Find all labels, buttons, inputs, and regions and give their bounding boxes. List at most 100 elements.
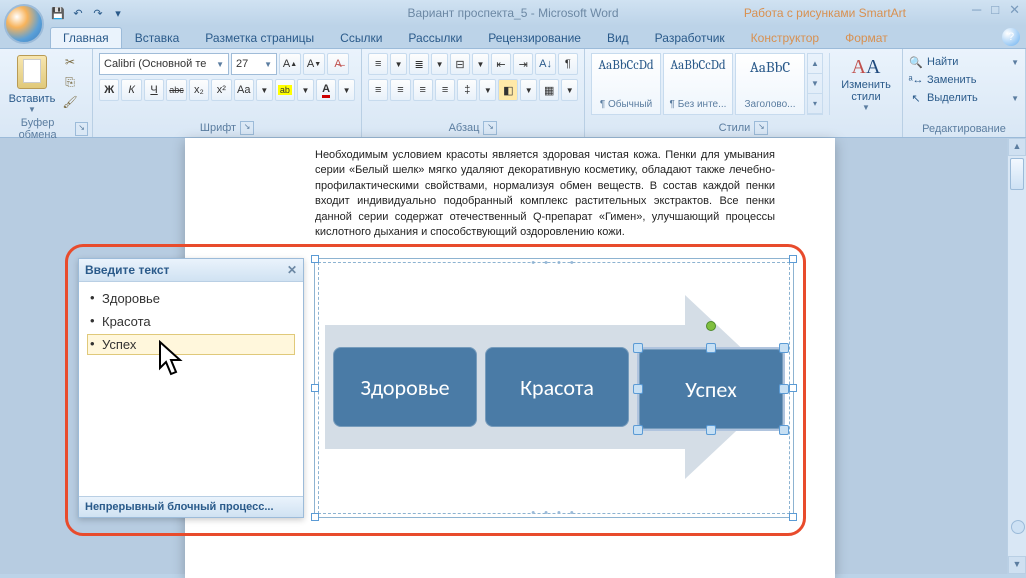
- undo-icon[interactable]: ↶: [70, 5, 86, 21]
- smartart-block[interactable]: Здоровье: [333, 347, 477, 427]
- highlight-button[interactable]: ab: [275, 79, 295, 101]
- shading-button[interactable]: ◧: [498, 79, 518, 101]
- style-nospacing[interactable]: AaBbCcDd ¶ Без инте...: [663, 53, 733, 115]
- font-size-combo[interactable]: 27▼: [231, 53, 277, 75]
- dd-icon[interactable]: ▼: [561, 79, 578, 101]
- smartart-block[interactable]: Красота: [485, 347, 629, 427]
- close-icon[interactable]: ✕: [287, 263, 297, 277]
- grow-font-button[interactable]: A▲: [279, 53, 301, 75]
- rotate-handle-icon[interactable]: [706, 321, 716, 331]
- dd-icon[interactable]: ▼: [390, 53, 407, 75]
- launcher-icon[interactable]: ↘: [75, 122, 88, 136]
- highlight-dd-icon[interactable]: ▼: [297, 79, 314, 101]
- underline-button[interactable]: Ч: [144, 79, 164, 101]
- scroll-down-icon[interactable]: ▼: [1008, 556, 1026, 574]
- dd-icon[interactable]: ▼: [472, 53, 489, 75]
- bullets-button[interactable]: ≡: [368, 53, 388, 75]
- subscript-button[interactable]: x₂: [189, 79, 209, 101]
- canvas-handle[interactable]: [789, 384, 797, 392]
- style-heading1[interactable]: AaBbC Заголово...: [735, 53, 805, 115]
- qat-dropdown-icon[interactable]: ▾: [110, 5, 126, 21]
- decrease-indent-button[interactable]: ⇤: [491, 53, 511, 75]
- bold-button[interactable]: Ж: [99, 79, 119, 101]
- browse-object-icon[interactable]: [1011, 520, 1025, 534]
- multilevel-button[interactable]: ⊟: [450, 53, 470, 75]
- tab-developer[interactable]: Разработчик: [642, 27, 738, 48]
- dd-icon[interactable]: ▼: [431, 53, 448, 75]
- justify-button[interactable]: ≡: [435, 79, 455, 101]
- style-normal[interactable]: AaBbCcDd ¶ Обычный: [591, 53, 661, 115]
- style-gallery-scroll[interactable]: ▲ ▼ ▾: [807, 53, 823, 115]
- canvas-handle[interactable]: [311, 255, 319, 263]
- cut-icon[interactable]: ✂: [62, 55, 78, 71]
- change-styles-button[interactable]: AA Изменить стили ▼: [829, 53, 896, 115]
- dd-icon[interactable]: ▼: [479, 79, 496, 101]
- tab-home[interactable]: Главная: [50, 27, 122, 48]
- tab-page-layout[interactable]: Разметка страницы: [192, 27, 327, 48]
- close-icon[interactable]: ✕: [1009, 2, 1020, 18]
- scroll-thumb[interactable]: [1010, 158, 1024, 190]
- tab-smartart-design[interactable]: Конструктор: [738, 27, 832, 48]
- copy-icon[interactable]: ⎘: [62, 75, 78, 91]
- tab-mailings[interactable]: Рассылки: [395, 27, 475, 48]
- superscript-button[interactable]: x²: [211, 79, 231, 101]
- vertical-scrollbar[interactable]: ▲ ▼: [1007, 138, 1026, 574]
- font-name-combo[interactable]: Calibri (Основной те▼: [99, 53, 229, 75]
- replace-button[interactable]: ᵃ↔Заменить: [909, 73, 1019, 87]
- office-button[interactable]: [4, 4, 44, 44]
- tab-review[interactable]: Рецензирование: [475, 27, 594, 48]
- paste-button[interactable]: Вставить ▼: [4, 51, 60, 114]
- shape-handle[interactable]: [706, 425, 716, 435]
- save-icon[interactable]: 💾: [50, 5, 66, 21]
- help-button[interactable]: ?: [1002, 28, 1020, 46]
- align-center-button[interactable]: ≡: [390, 79, 410, 101]
- tab-smartart-format[interactable]: Формат: [832, 27, 901, 48]
- canvas-handle[interactable]: [311, 513, 319, 521]
- text-pane-item[interactable]: Здоровье: [87, 288, 295, 309]
- show-marks-button[interactable]: ¶: [558, 53, 578, 75]
- select-button[interactable]: ↖Выделить▼: [909, 91, 1019, 105]
- line-spacing-button[interactable]: ‡: [457, 79, 477, 101]
- numbering-button[interactable]: ≣: [409, 53, 429, 75]
- canvas-handle[interactable]: [789, 255, 797, 263]
- text-pane-item[interactable]: Красота: [87, 311, 295, 332]
- shape-handle[interactable]: [633, 384, 643, 394]
- find-button[interactable]: 🔍Найти▼: [909, 55, 1019, 69]
- scroll-up-icon[interactable]: ▲: [808, 54, 822, 74]
- canvas-handle[interactable]: [311, 384, 319, 392]
- format-painter-icon[interactable]: 🖌: [62, 95, 78, 111]
- scroll-down-icon[interactable]: ▼: [808, 74, 822, 94]
- change-case-dd-icon[interactable]: ▼: [256, 79, 273, 101]
- smartart-block-selected[interactable]: Успех: [637, 347, 785, 431]
- gallery-expand-icon[interactable]: ▾: [808, 94, 822, 114]
- align-right-button[interactable]: ≡: [413, 79, 433, 101]
- body-text[interactable]: Необходимым условием красоты является зд…: [185, 138, 835, 250]
- shape-handle[interactable]: [633, 343, 643, 353]
- shape-handle[interactable]: [706, 343, 716, 353]
- text-pane-item-selected[interactable]: Успех: [87, 334, 295, 355]
- minimize-icon[interactable]: ─: [972, 2, 981, 18]
- shape-handle[interactable]: [633, 425, 643, 435]
- text-pane-body[interactable]: Здоровье Красота Успех: [79, 282, 303, 496]
- strikethrough-button[interactable]: abc: [166, 79, 186, 101]
- tab-references[interactable]: Ссылки: [327, 27, 395, 48]
- smartart-canvas[interactable]: • • • • • • • • Здоровье Красота Успех: [314, 258, 794, 518]
- canvas-handle[interactable]: [789, 513, 797, 521]
- shrink-font-button[interactable]: A▼: [303, 53, 325, 75]
- shape-handle[interactable]: [779, 343, 789, 353]
- canvas-grip-icon[interactable]: • • • •: [531, 507, 577, 519]
- italic-button[interactable]: К: [121, 79, 141, 101]
- align-left-button[interactable]: ≡: [368, 79, 388, 101]
- font-color-dd-icon[interactable]: ▼: [338, 79, 355, 101]
- maximize-icon[interactable]: □: [991, 2, 999, 18]
- launcher-icon[interactable]: ↘: [240, 121, 254, 135]
- tab-insert[interactable]: Вставка: [122, 27, 193, 48]
- borders-button[interactable]: ▦: [539, 79, 559, 101]
- clear-formatting-button[interactable]: A̶: [327, 53, 349, 75]
- sort-button[interactable]: A↓: [535, 53, 555, 75]
- shape-handle[interactable]: [779, 384, 789, 394]
- tab-view[interactable]: Вид: [594, 27, 642, 48]
- change-case-button[interactable]: Aa: [234, 79, 254, 101]
- launcher-icon[interactable]: ↘: [483, 121, 497, 135]
- shape-handle[interactable]: [779, 425, 789, 435]
